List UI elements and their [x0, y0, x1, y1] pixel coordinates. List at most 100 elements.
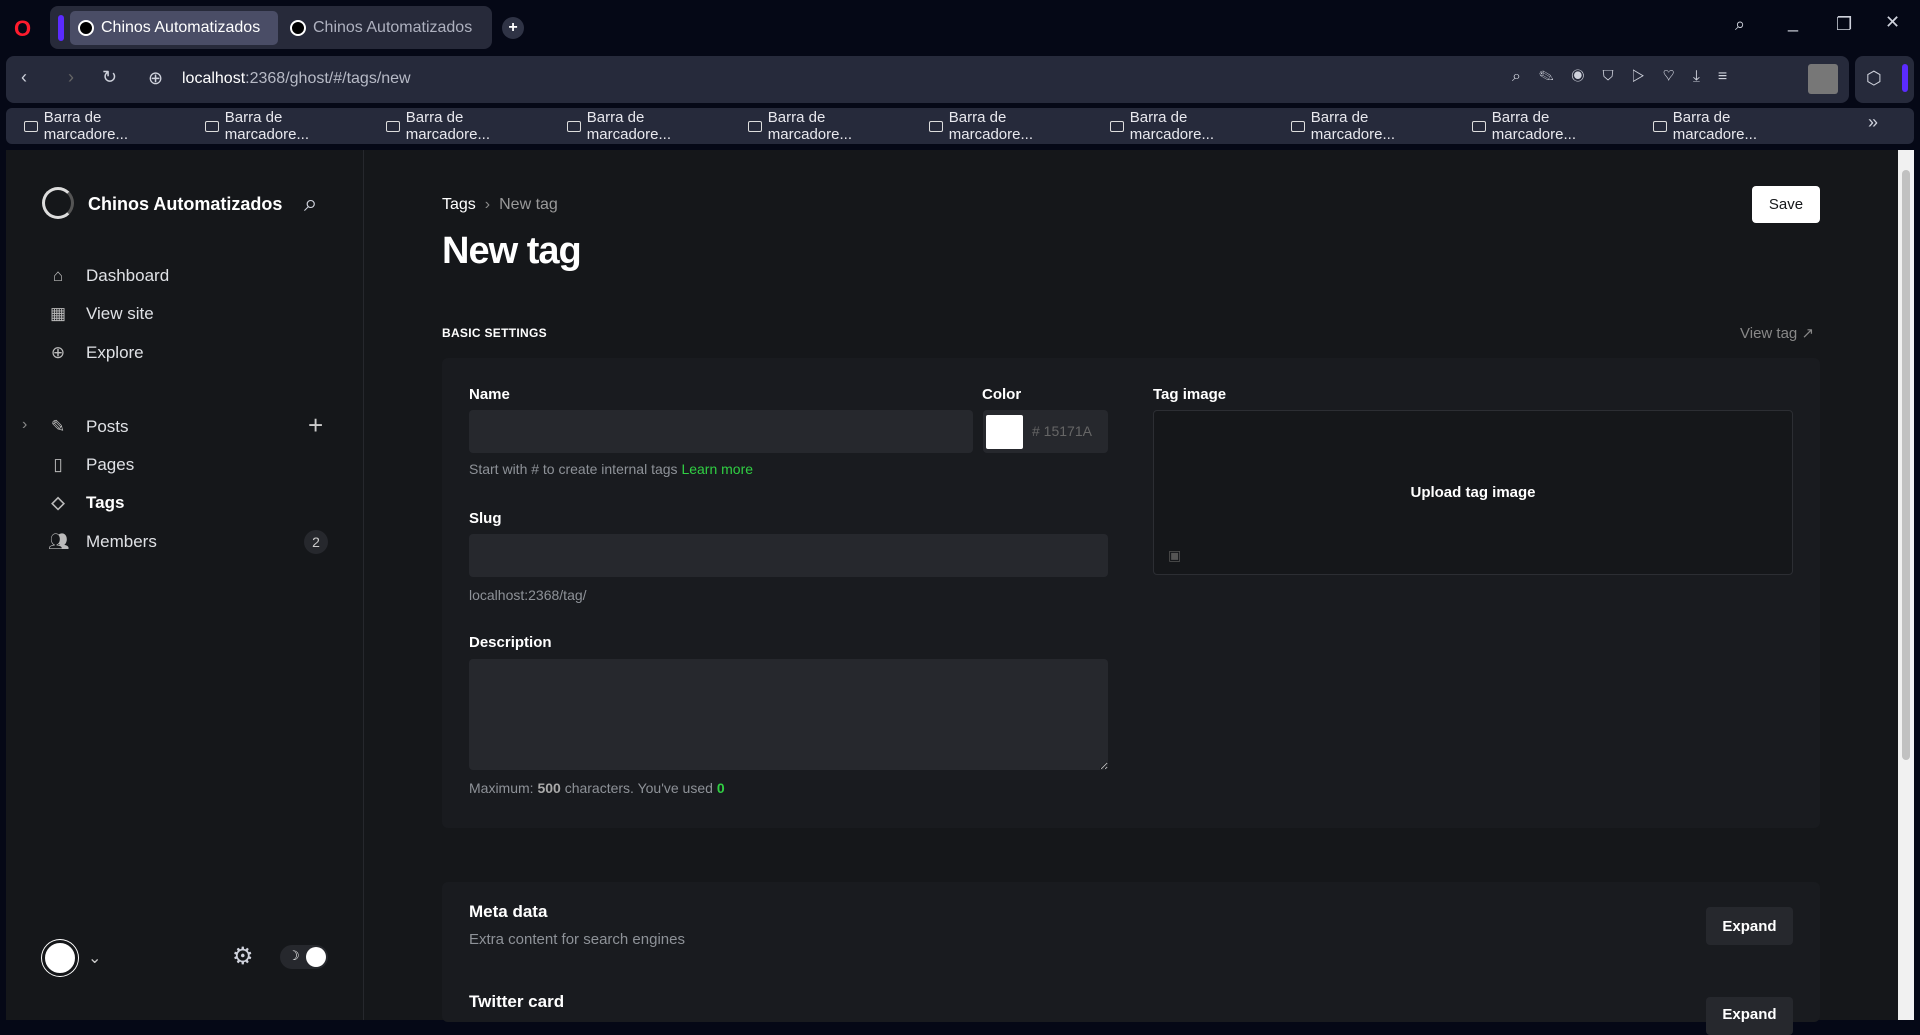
dark-mode-toggle[interactable]: ☽ [280, 945, 328, 969]
pages-icon: ▯ [53, 455, 63, 474]
search-icon[interactable]: ⌕ [304, 190, 317, 218]
description-textarea[interactable] [469, 659, 1108, 770]
nav-label: Pages [86, 455, 135, 474]
globe-icon: ⊕ [50, 343, 66, 362]
new-post-plus-icon[interactable]: + [308, 410, 323, 441]
members-count-badge: 2 [304, 530, 328, 554]
color-swatch[interactable] [986, 415, 1023, 449]
nav-label: Members [86, 532, 157, 551]
description-label: Description [469, 634, 552, 651]
url-path: :2368/ghost/#/tags/new [245, 70, 411, 87]
breadcrumb-current: New tag [499, 196, 558, 213]
name-hint-text: Start with # to create internal tags [469, 461, 678, 477]
folder-icon [1472, 120, 1486, 132]
nav-label: Posts [86, 417, 129, 436]
view-tag-link[interactable]: View tag ↗ [1740, 324, 1814, 342]
view-tag-label: View tag [1740, 325, 1798, 342]
profile-avatar[interactable] [1808, 64, 1838, 94]
ghost-favicon-icon [290, 20, 306, 36]
expand-twitter-button[interactable]: Expand [1706, 997, 1793, 1035]
pencil-icon: ✎ [50, 417, 66, 436]
ghost-favicon-icon [78, 20, 94, 36]
name-input[interactable] [469, 410, 973, 453]
settings-gear-icon[interactable]: ⚙ [232, 942, 254, 971]
folder-icon [24, 120, 38, 132]
search-tabs-icon[interactable]: ⌕ [1735, 14, 1745, 35]
reload-icon[interactable]: ↻ [102, 67, 117, 88]
site-title[interactable]: Chinos Automatizados [88, 194, 282, 215]
color-label: Color [982, 386, 1022, 403]
bookmarks-bar: Barra de marcadore... Barra de marcadore.… [6, 108, 1914, 144]
bookmark-item[interactable]: Barra de marcadore... [24, 109, 187, 143]
extensions-icon[interactable]: ⬡ [1866, 68, 1882, 89]
opera-logo[interactable]: O [14, 16, 31, 42]
color-hex-value[interactable]: # 15171A [1032, 423, 1092, 439]
bookmark-item[interactable]: Barra de marcadore... [1653, 109, 1816, 143]
user-avatar[interactable] [42, 940, 78, 976]
folder-icon [748, 120, 762, 132]
sidebar-item-view-site[interactable]: ▦ View site [48, 304, 154, 324]
tab-inactive[interactable]: Chinos Automatizados [282, 11, 482, 45]
tag-icon: ◇ [51, 493, 65, 512]
meta-data-desc: Extra content for search engines [469, 931, 685, 948]
name-hint: Start with # to create internal tags Lea… [469, 461, 753, 477]
back-icon[interactable]: ‹ [21, 67, 27, 88]
slug-url: localhost:2368/tag/ [469, 587, 587, 603]
sidebar-accent [1902, 64, 1908, 92]
url-host: localhost [182, 70, 246, 87]
minimize-icon[interactable]: _ [1788, 12, 1798, 33]
slug-input[interactable] [469, 534, 1108, 577]
name-label: Name [469, 386, 510, 403]
page-scrollbar[interactable] [1898, 150, 1914, 1020]
sidebar-item-posts[interactable]: ✎ Posts [48, 417, 129, 437]
tab-title: Chinos Automatizados [313, 19, 473, 36]
toolbar-icons[interactable]: ⌕✎◉⛉▷♡⤓≡ [1512, 68, 1745, 86]
external-link-icon: ↗ [1801, 325, 1815, 342]
forward-icon[interactable]: › [68, 67, 74, 88]
folder-icon [386, 120, 400, 132]
members-icon: 👥︎ [48, 532, 70, 551]
bookmark-item[interactable]: Barra de marcadore... [748, 109, 911, 143]
breadcrumb-tags-link[interactable]: Tags [442, 196, 476, 213]
tag-image-label: Tag image [1153, 386, 1227, 403]
learn-more-link[interactable]: Learn more [681, 461, 753, 477]
description-counter: Maximum: 500 characters. You've used 0 [469, 780, 725, 796]
slug-label: Slug [469, 510, 502, 527]
layout-icon: ▦ [49, 304, 67, 323]
home-icon: ⌂ [52, 266, 64, 285]
sidebar-item-pages[interactable]: ▯ Pages [48, 455, 134, 475]
bookmark-item[interactable]: Barra de marcadore... [205, 109, 368, 143]
expand-meta-button[interactable]: Expand [1706, 907, 1793, 945]
save-button[interactable]: Save [1752, 186, 1820, 223]
bookmark-item[interactable]: Barra de marcadore... [386, 109, 549, 143]
user-menu-chevron-icon[interactable]: ⌄ [88, 948, 101, 968]
nav-label: Dashboard [86, 266, 170, 285]
bookmark-item[interactable]: Barra de marcadore... [1472, 109, 1635, 143]
more-bookmarks-icon[interactable]: » [1868, 112, 1878, 133]
folder-icon [1653, 120, 1667, 132]
sidebar-item-dashboard[interactable]: ⌂ Dashboard [48, 266, 169, 286]
color-picker[interactable]: # 15171A [983, 410, 1108, 453]
close-window-icon[interactable]: ✕ [1885, 12, 1900, 33]
restore-icon[interactable]: ❐ [1836, 14, 1852, 35]
page-title: New tag [442, 230, 582, 272]
nav-label: View site [86, 304, 154, 323]
bookmark-item[interactable]: Barra de marcadore... [567, 109, 730, 143]
new-tab-button[interactable]: + [502, 17, 524, 39]
folder-icon [1110, 120, 1124, 132]
url-field[interactable]: localhost:2368/ghost/#/tags/new [182, 70, 411, 88]
posts-expand-chevron-icon[interactable]: › [22, 416, 27, 434]
section-title: BASIC SETTINGS [442, 326, 547, 340]
tag-image-upload[interactable]: Upload tag image ▣ [1153, 410, 1793, 575]
sidebar-item-tags[interactable]: ◇ Tags [48, 493, 124, 513]
folder-icon [1291, 120, 1305, 132]
sidebar-item-members[interactable]: 👥︎ Members [48, 532, 157, 552]
bookmark-item[interactable]: Barra de marcadore... [1291, 109, 1454, 143]
tab-active[interactable]: Chinos Automatizados [70, 11, 278, 45]
bookmark-item[interactable]: Barra de marcadore... [1110, 109, 1273, 143]
folder-icon [567, 120, 581, 132]
bookmark-item[interactable]: Barra de marcadore... [929, 109, 1092, 143]
sidebar-item-explore[interactable]: ⊕ Explore [48, 343, 144, 363]
meta-data-title: Meta data [469, 902, 548, 921]
breadcrumb: Tags › New tag [442, 196, 558, 213]
